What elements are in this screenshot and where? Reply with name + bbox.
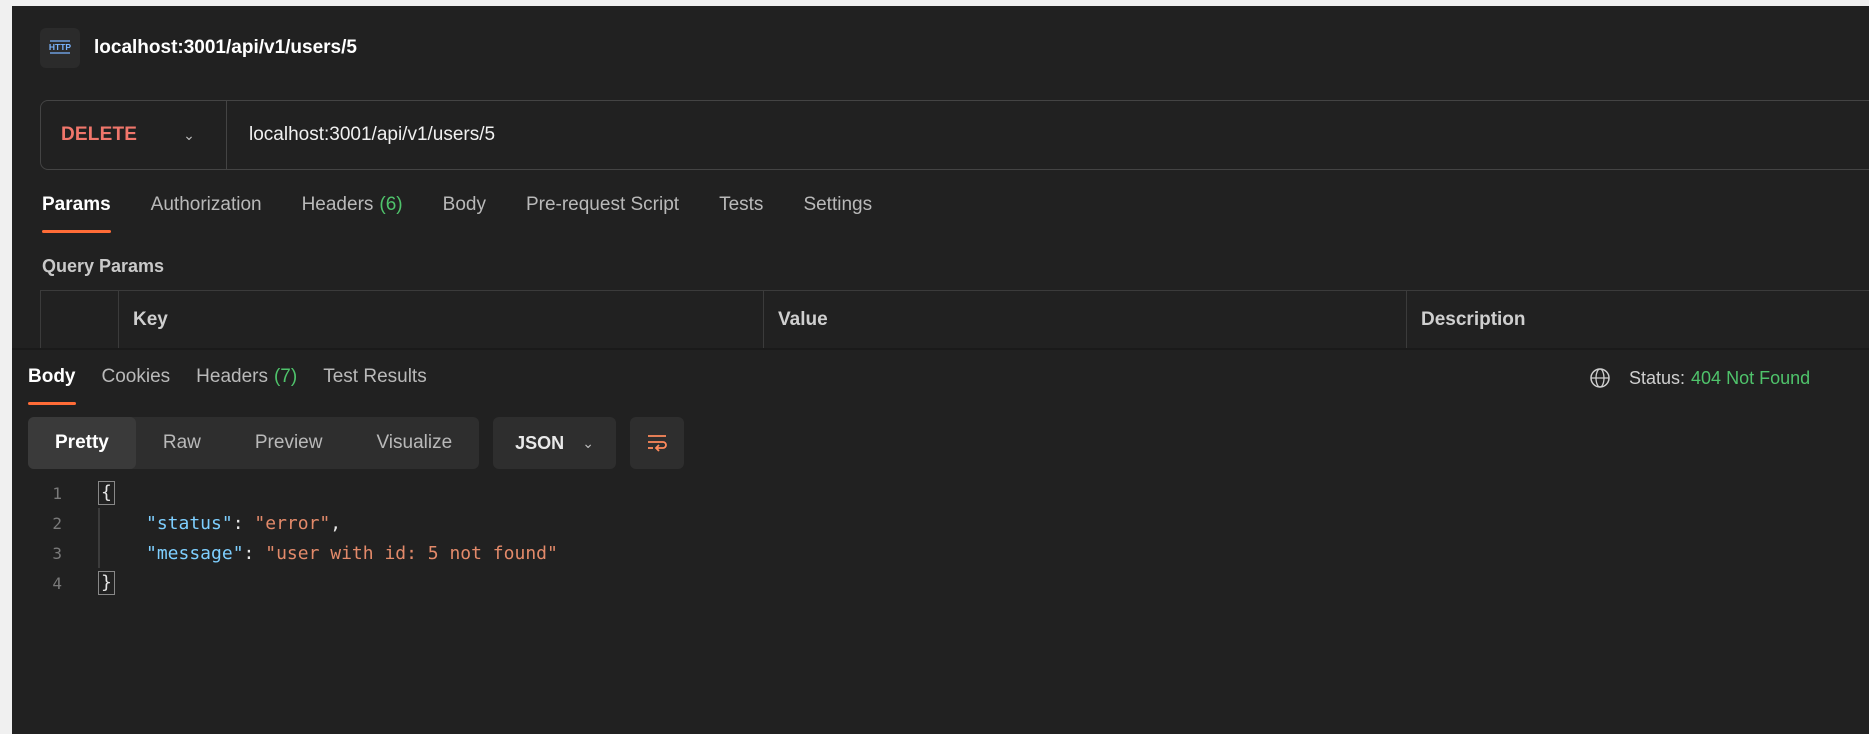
line-number: 1: [52, 483, 62, 503]
response-tabs: Body Cookies Headers (7) Test Results: [28, 366, 453, 406]
wrap-lines-icon: [647, 435, 667, 452]
request-tabs: Params Authorization Headers (6) Body Pre…: [42, 194, 912, 234]
response-pane: Body Cookies Headers (7) Test Results Sta…: [12, 350, 1869, 734]
globe-icon[interactable]: [1589, 367, 1611, 389]
tab-pre-request-script[interactable]: Pre-request Script: [526, 194, 679, 234]
wrap-lines-button[interactable]: [629, 417, 684, 469]
window-left-edge: [0, 0, 12, 734]
table-header-description: Description: [1421, 309, 1526, 330]
format-select[interactable]: JSON ⌄: [493, 417, 616, 469]
tab-response-headers[interactable]: Headers (7): [196, 366, 297, 406]
request-pane: HTTP localhost:3001/api/v1/users/5 DELET…: [12, 6, 1869, 349]
tab-test-results[interactable]: Test Results: [323, 366, 426, 406]
line-number: 4: [52, 573, 62, 593]
http-icon: HTTP: [40, 28, 80, 68]
chevron-down-icon: ⌄: [183, 126, 195, 143]
view-pretty-button[interactable]: Pretty: [28, 417, 136, 469]
view-preview-button[interactable]: Preview: [228, 417, 350, 469]
status-label: Status:: [1629, 367, 1686, 388]
json-separator: :: [243, 542, 266, 564]
table-header-key: Key: [119, 291, 764, 349]
status-value[interactable]: 404 Not Found: [1691, 368, 1810, 389]
view-raw-button[interactable]: Raw: [136, 417, 228, 469]
response-headers-count: (7): [273, 366, 298, 387]
tab-tests[interactable]: Tests: [719, 194, 763, 234]
url-input[interactable]: [227, 100, 1869, 170]
tab-params[interactable]: Params: [42, 194, 111, 234]
url-bar: DELETE ⌄: [40, 100, 1869, 170]
json-key: "status": [146, 512, 233, 534]
request-title-bar: HTTP localhost:3001/api/v1/users/5: [40, 28, 357, 68]
json-string: "error": [254, 512, 331, 534]
code-line: 4 }: [12, 568, 1212, 598]
method-select[interactable]: DELETE ⌄: [41, 101, 227, 169]
headers-count: (6): [379, 194, 403, 215]
json-brace-open: {: [98, 481, 115, 505]
table-header-checkbox-column: [41, 291, 119, 349]
tab-authorization[interactable]: Authorization: [151, 194, 262, 234]
response-body-code[interactable]: 1 { 2 "status" : "error" , 3 "message" :…: [12, 478, 1212, 598]
svg-text:HTTP: HTTP: [49, 42, 72, 52]
table-header-value: Value: [764, 291, 1407, 349]
query-params-table: Key Value Description: [40, 290, 1869, 349]
method-label: DELETE: [61, 124, 138, 145]
tab-body[interactable]: Body: [443, 194, 486, 234]
json-comma: ,: [330, 512, 342, 534]
chevron-down-icon: ⌄: [582, 434, 594, 451]
indent-guide: [98, 508, 100, 538]
code-line: 3 "message" : "user with id: 5 not found…: [12, 538, 1212, 568]
tab-headers[interactable]: Headers (6): [302, 194, 403, 234]
query-params-label: Query Params: [42, 256, 165, 276]
view-visualize-button[interactable]: Visualize: [349, 417, 479, 469]
tab-cookies[interactable]: Cookies: [102, 366, 171, 406]
json-separator: :: [232, 512, 255, 534]
line-number: 2: [52, 513, 62, 533]
json-key: "message": [146, 542, 244, 564]
format-label: JSON: [515, 432, 565, 453]
tab-response-body[interactable]: Body: [28, 366, 76, 406]
json-string: "user with id: 5 not found": [265, 542, 558, 564]
response-status: Status: 404 Not Found: [1309, 366, 1869, 390]
response-view-bar: Pretty Raw Preview Visualize JSON ⌄: [28, 416, 684, 470]
code-line: 2 "status" : "error" ,: [12, 508, 1212, 538]
request-title[interactable]: localhost:3001/api/v1/users/5: [94, 37, 357, 59]
line-number: 3: [52, 543, 62, 563]
view-mode-group: Pretty Raw Preview Visualize: [28, 417, 480, 469]
json-brace-close: }: [98, 571, 115, 595]
tab-settings[interactable]: Settings: [803, 194, 872, 234]
code-line: 1 {: [12, 478, 1212, 508]
indent-guide: [98, 538, 100, 568]
